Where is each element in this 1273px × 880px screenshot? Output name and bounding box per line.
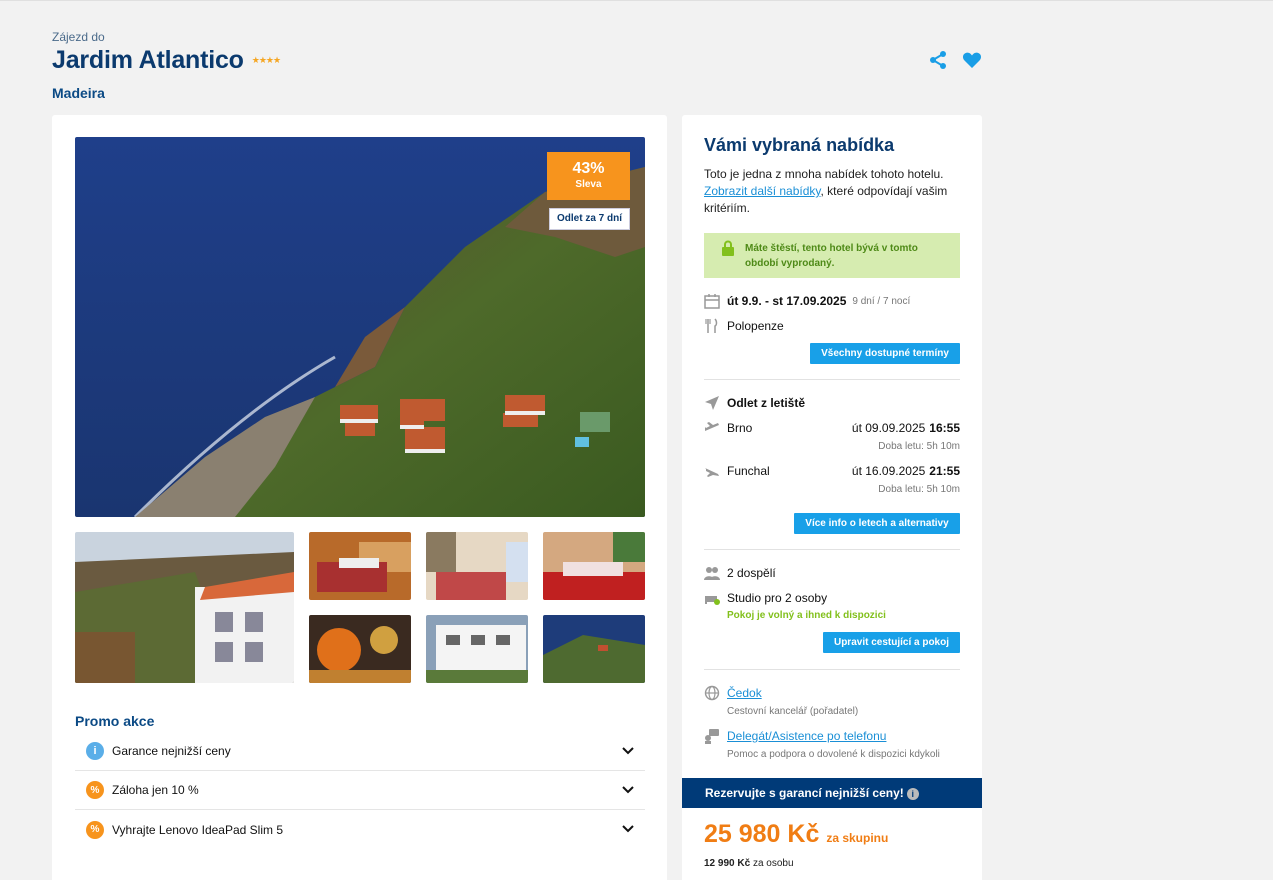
globe-icon bbox=[704, 685, 720, 701]
flight-info-button[interactable]: Více info o letech a alternativy bbox=[794, 513, 960, 534]
divider bbox=[704, 549, 960, 550]
agency-description: Cestovní kancelář (pořadatel) bbox=[727, 706, 859, 717]
support-description: Pomoc a podpora o dovolené k dispozici k… bbox=[727, 749, 940, 760]
thumbnail-photo[interactable] bbox=[426, 532, 528, 600]
return-flight-row: Funchal út 16.09.2025 21:55 bbox=[704, 463, 960, 479]
promo-item-lenovo[interactable]: % Vyhrajte Lenovo IdeaPad Slim 5 bbox=[75, 810, 645, 849]
offer-card: Vámi vybraná nabídka Toto je jedna z mno… bbox=[682, 115, 982, 880]
discount-badge: 43% Sleva bbox=[547, 152, 630, 200]
support-row: Delegát/Asistence po telefonu bbox=[704, 728, 960, 744]
agency-link[interactable]: Čedok bbox=[727, 686, 762, 700]
flight-date: út 09.09.2025 bbox=[851, 421, 926, 435]
region-link[interactable]: Madeira bbox=[52, 85, 982, 101]
all-dates-button[interactable]: Všechny dostupné termíny bbox=[810, 343, 960, 364]
more-offers-link[interactable]: Zobrazit další nabídky bbox=[704, 184, 821, 198]
page-title: Jardim Atlantico bbox=[52, 46, 244, 74]
thumbnail-photo[interactable] bbox=[426, 615, 528, 683]
promo-label: Vyhrajte Lenovo IdeaPad Slim 5 bbox=[112, 822, 283, 837]
flight-title: Odlet z letiště bbox=[727, 396, 806, 410]
chevron-down-icon bbox=[622, 825, 634, 833]
chevron-down-icon bbox=[622, 786, 634, 794]
divider bbox=[704, 669, 960, 670]
divider bbox=[704, 379, 960, 380]
agency-row: Čedok bbox=[704, 685, 960, 701]
board-type: Polopenze bbox=[727, 319, 784, 333]
flight-city: Funchal bbox=[727, 464, 770, 478]
share-icon[interactable] bbox=[928, 50, 948, 70]
price-unit: za skupinu bbox=[826, 831, 889, 845]
room-row: Studio pro 2 osoby bbox=[704, 590, 960, 606]
thumbnail-photo[interactable] bbox=[75, 532, 294, 683]
availability-notice: Máte štěstí, tento hotel bývá v tomto ob… bbox=[704, 233, 960, 278]
thumbnail-photo[interactable] bbox=[543, 615, 645, 683]
people-icon bbox=[704, 567, 720, 580]
flight-date: út 16.09.2025 bbox=[851, 464, 926, 478]
offer-description: Toto je jedna z mnoha nabídek tohoto hot… bbox=[704, 166, 960, 217]
flight-title-row: Odlet z letiště bbox=[704, 395, 960, 411]
pretitle: Zájezd do bbox=[52, 30, 105, 44]
thumbnail-photo[interactable] bbox=[309, 532, 411, 600]
room-status: Pokoj je volný a ihned k dispozici bbox=[727, 610, 886, 621]
thumbnail-photo[interactable] bbox=[309, 615, 411, 683]
offer-title: Vámi vybraná nabídka bbox=[704, 135, 895, 155]
room-type: Studio pro 2 osoby bbox=[727, 591, 828, 605]
promo-title: Promo akce bbox=[75, 713, 155, 729]
promo-item-lowest-price[interactable]: i Garance nejnižší ceny bbox=[75, 732, 645, 771]
info-icon: i bbox=[86, 742, 104, 760]
plane-departure-icon bbox=[705, 422, 719, 431]
gallery-card: 43% Sleva Odlet za 7 dní Promo akce i Ga… bbox=[52, 115, 667, 880]
flight-city: Brno bbox=[727, 421, 753, 435]
promo-item-deposit[interactable]: % Záloha jen 10 % bbox=[75, 771, 645, 810]
dates-row: út 9.9. - st 17.09.2025 9 dní / 7 nocí bbox=[704, 293, 960, 309]
support-chat-icon bbox=[705, 729, 719, 744]
price-guarantee-band: Rezervujte s garancí nejnižší ceny! i bbox=[682, 778, 982, 808]
hotel-header: Zájezd do Jardim Atlantico ★★★★ Madeira bbox=[52, 30, 982, 110]
price-value: 25 980 Kč bbox=[704, 820, 820, 848]
plane-landing-icon bbox=[705, 468, 719, 477]
promo-label: Záloha jen 10 % bbox=[112, 783, 199, 797]
star-rating: ★★★★ bbox=[251, 55, 281, 65]
band-text: Rezervujte s garancí nejnižší ceny! bbox=[705, 786, 904, 800]
info-icon[interactable]: i bbox=[906, 787, 919, 800]
chevron-down-icon bbox=[622, 747, 634, 755]
percent-icon: % bbox=[86, 820, 104, 839]
per-person-value: 12 990 Kč bbox=[704, 858, 751, 869]
outbound-flight-row: Brno út 09.09.2025 16:55 bbox=[704, 420, 960, 436]
promo-label: Garance nejnižší ceny bbox=[112, 744, 231, 758]
travellers-count: 2 dospělí bbox=[727, 566, 776, 580]
thumbnail-photo[interactable] bbox=[543, 532, 645, 600]
notice-text: Máte štěstí, tento hotel bývá v tomto ob… bbox=[745, 243, 918, 269]
flight-time: 16:55 bbox=[929, 421, 960, 435]
percent-icon: % bbox=[86, 781, 104, 799]
travellers-row: 2 dospělí bbox=[704, 565, 960, 581]
support-link[interactable]: Delegát/Asistence po telefonu bbox=[727, 729, 886, 743]
offer-desc-text: Toto je jedna z mnoha nabídek tohoto hot… bbox=[704, 167, 944, 181]
board-row: Polopenze bbox=[704, 318, 960, 334]
lock-icon bbox=[722, 240, 734, 256]
cutlery-icon bbox=[705, 318, 718, 333]
calendar-icon bbox=[704, 294, 720, 309]
bed-icon bbox=[705, 596, 720, 605]
per-person-unit: za osobu bbox=[752, 858, 794, 869]
flight-duration: Doba letu: 5h 10m bbox=[878, 441, 960, 452]
navigation-arrow-icon bbox=[705, 396, 719, 410]
edit-travellers-button[interactable]: Upravit cestující a pokoj bbox=[823, 632, 960, 653]
total-price: 25 980 Kč za skupinu bbox=[704, 820, 888, 849]
trip-duration: 9 dní / 7 nocí bbox=[852, 295, 911, 307]
discount-percent: 43% bbox=[572, 160, 605, 177]
departure-badge: Odlet za 7 dní bbox=[549, 208, 630, 230]
flight-time: 21:55 bbox=[929, 464, 960, 478]
flight-duration: Doba letu: 5h 10m bbox=[878, 484, 960, 495]
promo-list: i Garance nejnižší ceny % Záloha jen 10 … bbox=[75, 732, 645, 849]
heart-icon[interactable] bbox=[962, 50, 982, 70]
trip-dates: út 9.9. - st 17.09.2025 bbox=[727, 294, 847, 308]
per-person-price: 12 990 Kč za osobu bbox=[704, 858, 794, 869]
discount-label: Sleva bbox=[575, 179, 602, 190]
main-photo[interactable]: 43% Sleva Odlet za 7 dní bbox=[75, 137, 645, 517]
